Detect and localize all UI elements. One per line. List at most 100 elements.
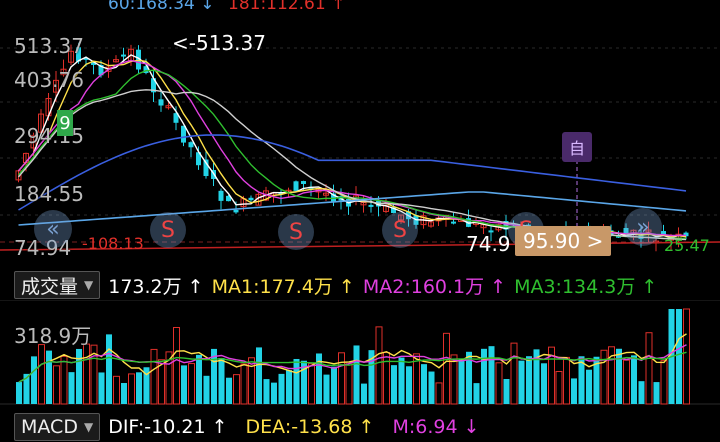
volume-ma2: MA2:160.1万 ↑ — [362, 275, 507, 298]
volume-bar — [263, 379, 270, 404]
volume-bar — [323, 374, 330, 404]
volume-bar — [38, 344, 45, 405]
volume-bar — [541, 363, 547, 404]
volume-bar — [623, 359, 630, 405]
volume-bar — [46, 350, 52, 404]
volume-bar — [421, 364, 427, 404]
volume-bar — [676, 309, 682, 404]
volume-bar — [188, 363, 195, 405]
volume-bar — [136, 372, 142, 404]
volume-bar — [398, 357, 405, 404]
volume-bar — [555, 371, 563, 405]
volume-value: 173.2万 ↑ — [108, 275, 204, 298]
volume-bar — [683, 308, 690, 405]
volume-chart[interactable] — [0, 300, 720, 408]
volume-select-label: 成交量 — [21, 275, 79, 298]
volume-bar — [113, 375, 120, 405]
volume-bar — [481, 348, 487, 404]
double-chevron-left-icon: « — [46, 216, 60, 242]
macd-indicator-select[interactable]: MACD ▼ — [14, 413, 101, 441]
volume-bar — [338, 352, 345, 405]
volume-bar — [638, 381, 645, 404]
ma250-line — [18, 191, 687, 226]
macd-select-label: MACD — [21, 416, 78, 438]
volume-bar — [53, 365, 60, 405]
caret-down-icon: ▼ — [84, 278, 94, 292]
volume-bar — [600, 349, 608, 405]
volume-bar — [68, 372, 75, 404]
candle-body — [301, 181, 306, 184]
volume-bar — [571, 378, 577, 404]
scroll-left-button[interactable]: « — [34, 210, 72, 248]
volume-bar — [218, 358, 225, 404]
price-axis-label-4: 184.55 — [14, 182, 84, 206]
candle-body — [121, 54, 126, 57]
volume-bar — [443, 332, 450, 405]
macd-dif: DIF:-10.21 ↑ — [108, 416, 228, 438]
current-price-box[interactable]: 95.90 > — [515, 226, 612, 256]
volume-bar — [435, 382, 443, 405]
volume-bar — [345, 361, 353, 405]
event-badge[interactable]: 自 — [562, 132, 592, 162]
volume-bar — [616, 348, 622, 404]
volume-bar — [121, 383, 127, 404]
volume-bar — [653, 382, 660, 404]
volume-bar — [16, 382, 22, 404]
volume-bar — [383, 352, 390, 405]
sell-signal-3[interactable]: S — [382, 212, 418, 248]
sell-signal-2[interactable]: S — [278, 214, 314, 250]
volume-bar — [563, 356, 570, 405]
volume-bar — [271, 382, 277, 404]
volume-bar — [458, 359, 465, 404]
candle-body — [248, 197, 254, 201]
double-chevron-right-icon: » — [636, 214, 650, 240]
sell-signal-label: S — [289, 219, 303, 245]
volume-bar — [428, 371, 435, 404]
volume-bar — [240, 363, 248, 405]
volume-bar — [510, 342, 518, 405]
current-price-tag: 74.9 — [466, 232, 511, 256]
volume-bar — [128, 373, 135, 405]
volume-bar — [631, 355, 637, 404]
caret-down-icon: ▼ — [83, 420, 94, 434]
price-axis-label-2: 403.76 — [14, 68, 84, 92]
high-price-marker: <-513.37 — [172, 31, 266, 55]
volume-bar — [60, 355, 68, 405]
volume-bar — [31, 356, 37, 404]
candle-body — [233, 209, 239, 213]
volume-bar — [203, 375, 210, 404]
volume-bar — [353, 345, 360, 404]
candle-body — [293, 181, 299, 191]
kline-chart[interactable] — [0, 10, 720, 265]
volume-bar — [196, 354, 202, 404]
volume-axis-label: 318.9万 — [14, 324, 92, 348]
candle-body — [451, 221, 456, 224]
volume-bar — [450, 354, 458, 405]
volume-bar — [361, 383, 367, 404]
volume-bar — [256, 347, 262, 404]
volume-bar — [660, 360, 668, 405]
volume-svg — [0, 300, 720, 405]
volume-bar — [473, 383, 480, 404]
volume-bar — [226, 377, 232, 404]
scroll-right-button[interactable]: » — [624, 208, 662, 246]
volume-bar — [503, 378, 510, 404]
volume-bar — [181, 365, 187, 404]
volume-bar — [278, 373, 285, 404]
volume-bar — [106, 334, 112, 404]
volume-indicator-select[interactable]: 成交量 ▼ — [14, 271, 101, 299]
volume-bar — [406, 366, 412, 404]
candle-body — [188, 142, 194, 148]
sell-signal-label: S — [393, 217, 407, 243]
candle-body — [218, 190, 224, 201]
volume-bar — [150, 348, 158, 405]
volume-bar — [526, 356, 532, 404]
volume-bar — [173, 326, 180, 405]
volume-bar — [308, 363, 315, 405]
nine-count-badge: 9 — [57, 110, 73, 136]
right-price-tag: 25.47 — [664, 236, 710, 255]
sell-signal-1[interactable]: S — [150, 212, 186, 248]
kline-svg — [0, 42, 720, 252]
volume-bar — [286, 370, 292, 404]
low-price-marker: -108.13 — [82, 234, 144, 253]
